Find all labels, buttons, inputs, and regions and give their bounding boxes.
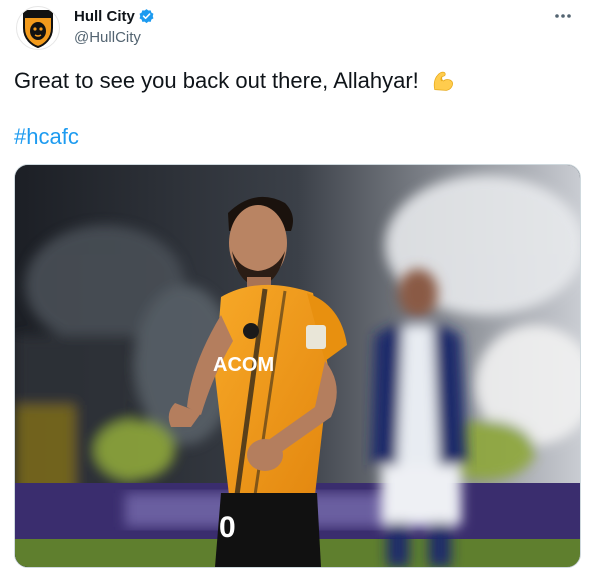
display-name[interactable]: Hull City (74, 8, 135, 25)
author-name-row: Hull City (74, 8, 155, 25)
author-handle[interactable]: @HullCity (74, 29, 141, 46)
football-player-photo: ACOM 0 (15, 165, 580, 567)
shirt-sponsor-text: ACOM (213, 354, 274, 376)
flexed-biceps-icon (433, 71, 453, 91)
verified-badge-icon (139, 9, 154, 24)
more-dots (555, 14, 571, 18)
more-options-icon[interactable] (551, 6, 575, 26)
hull-city-crest-icon (23, 10, 53, 48)
tweet-text: Great to see you back out there, Allahya… (14, 68, 455, 94)
shorts-number-text: 0 (219, 511, 236, 544)
tweet-text-content: Great to see you back out there, Allahya… (14, 68, 419, 93)
tweet-photo[interactable]: ACOM 0 (14, 164, 581, 568)
hashtag-link[interactable]: #hcafc (14, 124, 79, 150)
avatar[interactable] (16, 6, 60, 50)
tweet-card: Hull City @HullCity Great to see you bac… (0, 0, 593, 570)
